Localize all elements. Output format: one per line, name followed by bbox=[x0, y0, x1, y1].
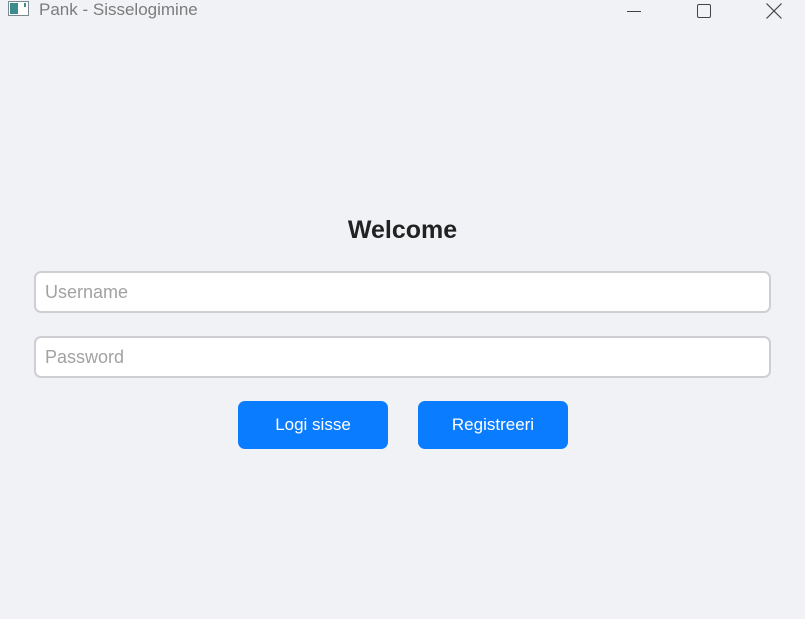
maximize-button[interactable] bbox=[681, 0, 727, 22]
close-button[interactable] bbox=[751, 0, 797, 22]
username-input[interactable] bbox=[34, 271, 771, 313]
app-window: Pank - Sisselogimine Welcome Logi sisse … bbox=[0, 0, 805, 619]
register-button[interactable]: Registreeri bbox=[418, 401, 568, 449]
app-icon bbox=[8, 1, 29, 16]
maximize-icon bbox=[697, 4, 711, 18]
app-icon-left-pane bbox=[10, 3, 18, 14]
login-button[interactable]: Logi sisse bbox=[238, 401, 388, 449]
minimize-icon bbox=[627, 11, 641, 12]
close-icon bbox=[766, 3, 782, 19]
title-bar[interactable]: Pank - Sisselogimine bbox=[0, 0, 805, 22]
minimize-button[interactable] bbox=[611, 0, 657, 22]
window-title: Pank - Sisselogimine bbox=[39, 0, 198, 19]
app-icon-right-pane bbox=[24, 3, 26, 7]
welcome-heading: Welcome bbox=[347, 216, 458, 244]
password-input[interactable] bbox=[34, 336, 771, 378]
